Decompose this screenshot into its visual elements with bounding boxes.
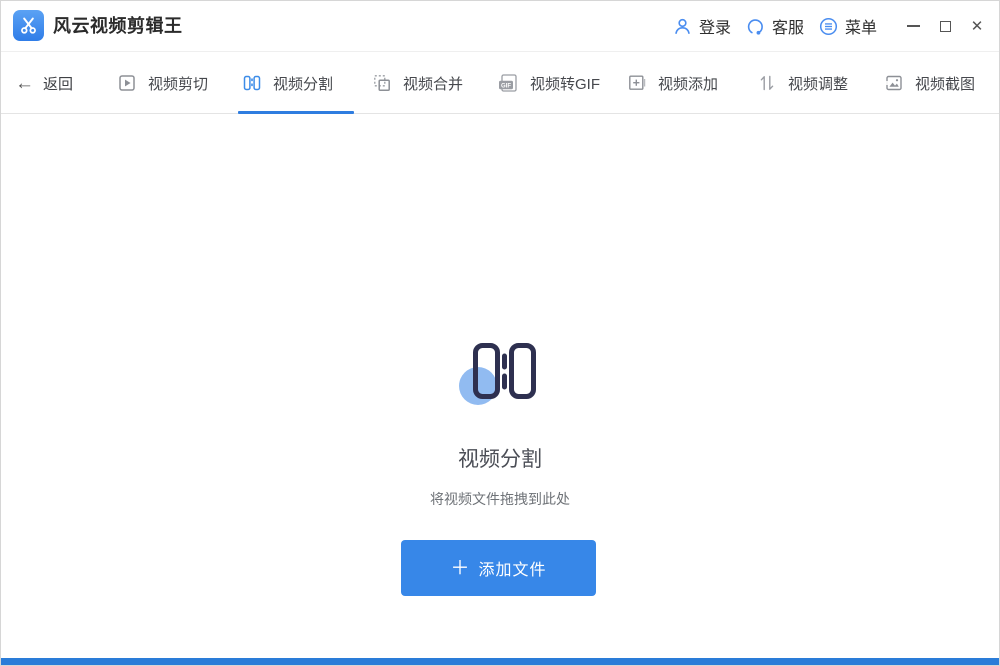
back-label: 返回	[43, 73, 73, 94]
dropzone-hint: 将视频文件拖拽到此处	[1, 489, 999, 509]
video-split-hero-icon	[458, 337, 538, 407]
add-file-button-label: 添加文件	[479, 556, 547, 580]
tab-video-split[interactable]: 视频分割	[242, 52, 333, 114]
back-arrow-icon: ←	[15, 74, 34, 93]
video-cut-icon	[117, 73, 137, 93]
dropzone-title: 视频分割	[1, 443, 999, 473]
active-tab-underline	[238, 111, 354, 114]
app-title: 风云视频剪辑王	[53, 1, 183, 51]
close-icon: ✕	[971, 19, 984, 34]
customer-service-button[interactable]: 客服	[746, 14, 804, 38]
tab-label: 视频合并	[403, 73, 463, 94]
maximize-icon	[940, 21, 951, 32]
video-split-icon	[242, 73, 262, 93]
navbar: ← 返回 视频剪切 视频分割 视频合并	[1, 51, 999, 114]
minimize-icon	[907, 25, 920, 27]
menu-button[interactable]: 菜单	[819, 14, 877, 38]
tab-label: 视频截图	[915, 73, 975, 94]
close-button[interactable]: ✕	[961, 1, 993, 51]
tab-video-cut[interactable]: 视频剪切	[117, 52, 208, 114]
minimize-button[interactable]	[897, 1, 929, 51]
scissors-icon	[18, 15, 39, 36]
customer-service-label: 客服	[772, 14, 804, 38]
tab-label: 视频添加	[658, 73, 718, 94]
headset-icon	[746, 17, 765, 36]
login-button[interactable]: 登录	[673, 14, 731, 38]
back-button[interactable]: ← 返回	[15, 52, 73, 114]
user-icon	[673, 17, 692, 36]
video-screenshot-icon	[884, 73, 904, 93]
titlebar: 风云视频剪辑王 登录 客服	[1, 1, 999, 51]
video-merge-icon	[372, 73, 392, 93]
bottom-accent-bar	[1, 658, 999, 665]
tab-video-adjust[interactable]: 视频调整	[757, 52, 848, 114]
tab-label: 视频剪切	[148, 73, 208, 94]
maximize-button[interactable]	[929, 1, 961, 51]
video-to-gif-icon: GIF	[497, 73, 519, 93]
tab-video-add[interactable]: 视频添加	[627, 52, 718, 114]
tab-video-screenshot[interactable]: 视频截图	[884, 52, 975, 114]
tab-video-to-gif[interactable]: GIF 视频转GIF	[497, 52, 600, 114]
tab-label: 视频调整	[788, 73, 848, 94]
dropzone[interactable]: 视频分割 将视频文件拖拽到此处 ＋ 添加文件	[1, 115, 999, 658]
svg-text:GIF: GIF	[501, 83, 511, 89]
tab-label: 视频转GIF	[530, 73, 600, 94]
menu-label: 菜单	[845, 14, 877, 38]
menu-icon	[819, 17, 838, 36]
login-label: 登录	[699, 14, 731, 38]
video-adjust-icon	[757, 73, 777, 93]
add-file-button[interactable]: ＋ 添加文件	[401, 540, 596, 596]
plus-icon: ＋	[450, 559, 469, 578]
tab-video-merge[interactable]: 视频合并	[372, 52, 463, 114]
video-add-icon	[627, 73, 647, 93]
app-logo	[13, 10, 44, 41]
tab-label: 视频分割	[273, 73, 333, 94]
